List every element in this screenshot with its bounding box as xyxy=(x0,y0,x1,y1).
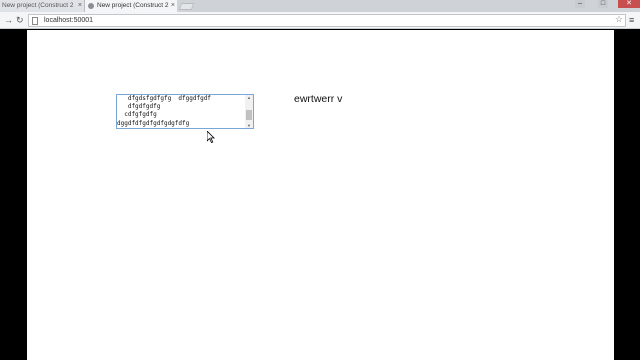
favicon-icon xyxy=(88,3,94,9)
tab-active[interactable]: New project (Construct 2 × xyxy=(85,0,177,12)
text-box[interactable]: dfgdsfgdfgfg dfggdfgdf dfgdfgdfg cdfgfgd… xyxy=(116,94,254,129)
address-text[interactable]: localhost:50001 xyxy=(44,15,93,26)
close-icon[interactable]: × xyxy=(78,0,82,12)
maximize-button[interactable]: □ xyxy=(598,0,608,8)
new-tab-button[interactable] xyxy=(178,3,195,10)
scroll-down-icon[interactable]: ▼ xyxy=(246,123,252,128)
address-bar[interactable]: localhost:50001 ☆ xyxy=(28,14,626,27)
window-close-button[interactable]: ✕ xyxy=(618,0,640,8)
tab-title: New project (Construct 2 xyxy=(97,2,169,9)
reload-icon[interactable]: ↻ xyxy=(16,14,24,27)
tab-title: New project (Construct 2 xyxy=(2,2,74,9)
tab-inactive[interactable]: New project (Construct 2 × xyxy=(0,0,85,12)
close-icon[interactable]: × xyxy=(171,0,175,12)
menu-icon[interactable]: ≡ xyxy=(629,13,634,28)
text-label: ewrtwerr v xyxy=(294,93,343,105)
mouse-cursor-icon xyxy=(206,130,215,144)
star-icon[interactable]: ☆ xyxy=(615,14,623,25)
back-arrow-icon[interactable]: → xyxy=(4,14,13,27)
page-icon xyxy=(32,17,38,25)
scroll-up-icon[interactable]: ▲ xyxy=(246,95,252,100)
scrollbar[interactable]: ▲ ▼ xyxy=(245,95,253,128)
scroll-thumb[interactable] xyxy=(246,110,252,120)
browser-toolbar: → ↻ localhost:50001 ☆ xyxy=(0,12,640,29)
game-canvas: dfgdsfgdfgfg dfggdfgdf dfgdfgdfg cdfgfgd… xyxy=(27,30,614,360)
tab-strip: New project (Construct 2 × New project (… xyxy=(0,0,640,12)
text-input[interactable]: dfgdsfgdfgfg dfggdfgdf dfgdfgdfg cdfgfgd… xyxy=(117,95,245,128)
page-viewport: dfgdsfgdfgfg dfggdfgdf dfgdfgdfg cdfgfgd… xyxy=(0,30,640,360)
minimize-button[interactable]: – xyxy=(575,0,585,8)
